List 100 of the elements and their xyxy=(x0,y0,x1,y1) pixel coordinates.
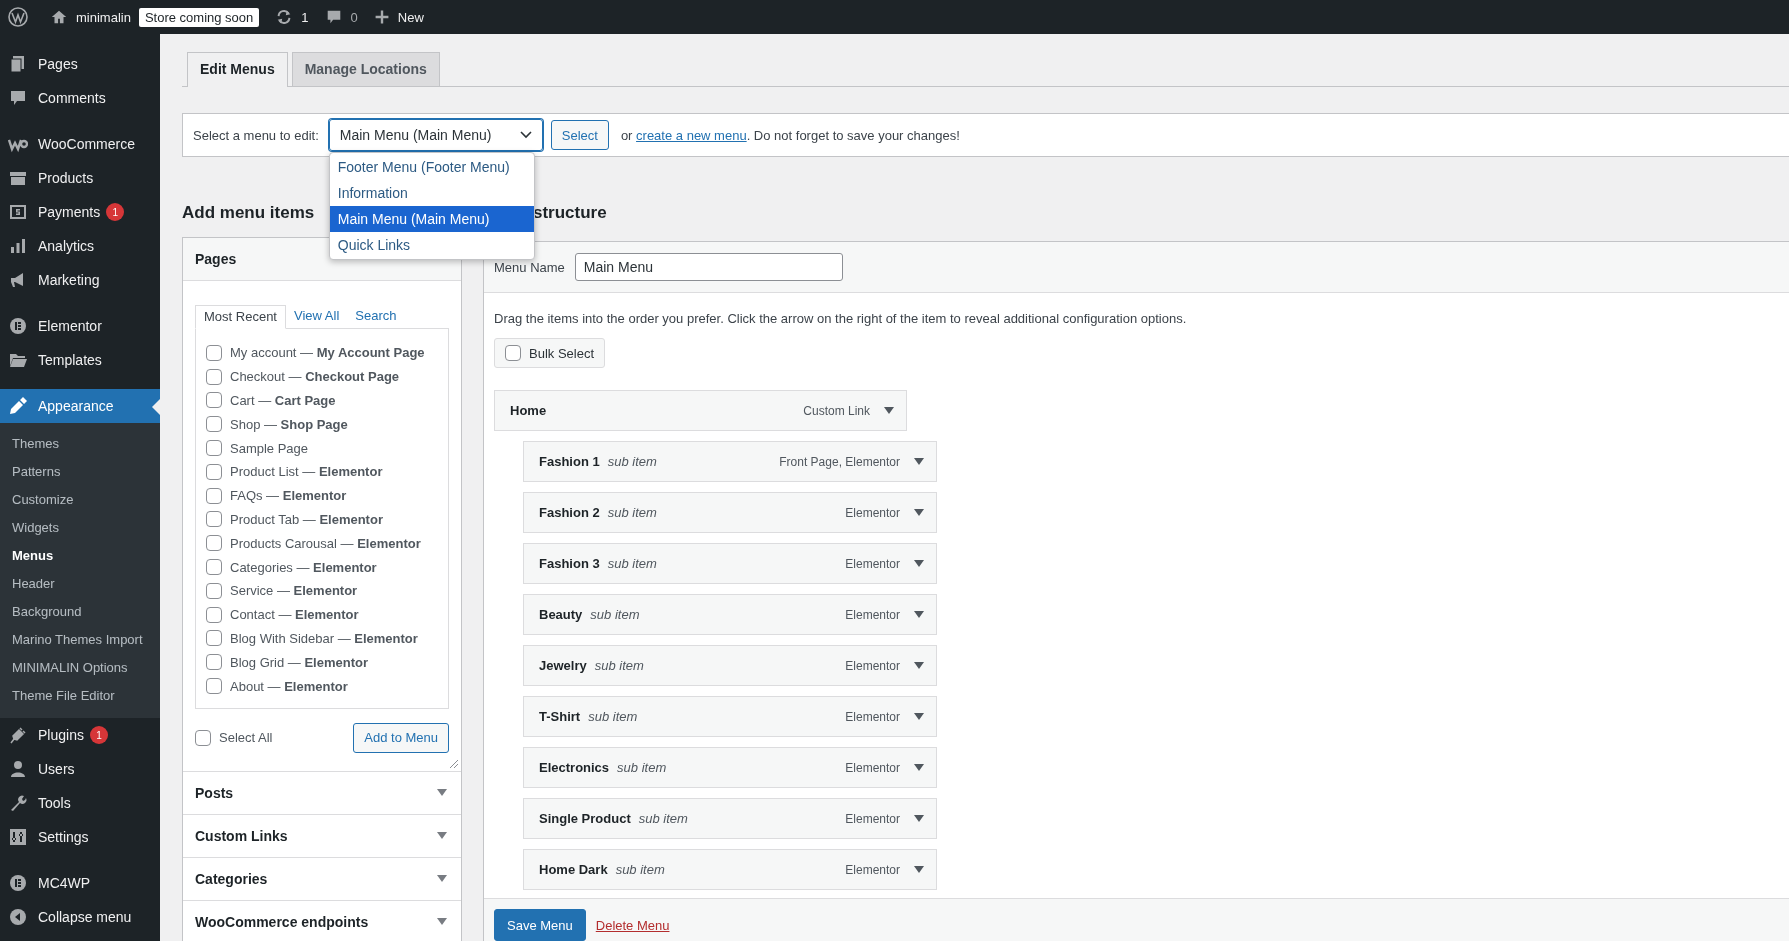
sidebar-item[interactable]: Settings xyxy=(0,820,160,854)
save-menu-button[interactable]: Save Menu xyxy=(494,909,586,941)
menu-item-bar[interactable]: Beauty sub item Elementor xyxy=(523,594,937,635)
menu-item-title: Home Dark xyxy=(539,862,608,877)
dropdown-option[interactable]: Information xyxy=(329,180,534,206)
submenu-item[interactable]: Customize xyxy=(0,486,160,514)
checkbox[interactable] xyxy=(206,511,222,528)
accordion-header[interactable]: Custom Links xyxy=(183,814,461,857)
checkbox[interactable] xyxy=(206,582,222,599)
triangle-down-icon[interactable] xyxy=(914,458,924,465)
sidebar-item[interactable]: Payments 1 xyxy=(0,195,160,229)
dropdown-option[interactable]: Footer Menu (Footer Menu) xyxy=(329,154,534,180)
checkbox[interactable] xyxy=(206,463,222,480)
checkbox[interactable] xyxy=(206,630,222,647)
menu-item-bar[interactable]: Fashion 3 sub item Elementor xyxy=(523,543,937,584)
checkbox[interactable] xyxy=(206,559,222,576)
item-type-label: Elementor xyxy=(845,556,900,571)
triangle-down-icon[interactable] xyxy=(884,407,894,414)
menu-item-bar[interactable]: Fashion 2 sub item Elementor xyxy=(523,492,937,533)
create-menu-link[interactable]: create a new menu xyxy=(636,127,747,143)
comments-count[interactable]: 0 xyxy=(350,9,358,25)
menu-item-bar[interactable]: Fashion 1 sub item Front Page, Elementor xyxy=(523,441,937,482)
menu-item-title: Fashion 1 xyxy=(539,454,600,469)
page-label: Categories — Elementor xyxy=(230,559,377,575)
submenu-item[interactable]: Marino Themes Import xyxy=(0,626,160,654)
submenu-item[interactable]: Background xyxy=(0,598,160,626)
add-to-menu-button[interactable]: Add to Menu xyxy=(353,722,449,753)
sidebar-item[interactable]: Analytics xyxy=(0,229,160,263)
menu-item-bar[interactable]: Home Custom Link xyxy=(494,390,907,431)
resize-handle-icon[interactable] xyxy=(449,758,459,769)
sidebar-item[interactable]: WooCommerce xyxy=(0,127,160,161)
triangle-down-icon[interactable] xyxy=(914,662,924,669)
select-button[interactable]: Select xyxy=(550,120,609,150)
dropdown-option[interactable]: Main Menu (Main Menu) xyxy=(329,206,534,232)
menu-item-bar[interactable]: Jewelry sub item Elementor xyxy=(523,645,937,686)
sidebar-item[interactable]: Comments xyxy=(0,81,160,115)
submenu-item[interactable]: Themes xyxy=(0,430,160,458)
bulk-select-button[interactable]: Bulk Select xyxy=(494,338,606,368)
submenu-item[interactable]: MINIMALIN Options xyxy=(0,654,160,682)
home-icon[interactable] xyxy=(50,8,68,26)
menu-item-bar[interactable]: Single Product sub item Elementor xyxy=(523,798,937,839)
triangle-down-icon[interactable] xyxy=(914,815,924,822)
triangle-down-icon[interactable] xyxy=(914,560,924,567)
store-status-badge[interactable]: Store coming soon xyxy=(138,7,260,27)
sidebar-item[interactable]: Plugins 1 xyxy=(0,718,160,752)
triangle-down-icon[interactable] xyxy=(914,713,924,720)
checkbox[interactable] xyxy=(206,416,222,433)
submenu-item[interactable]: Theme File Editor xyxy=(0,682,160,710)
sidebar-item[interactable]: Appearance xyxy=(0,389,160,423)
wordpress-logo-icon[interactable] xyxy=(8,7,28,27)
checkbox[interactable] xyxy=(206,440,222,457)
checkbox[interactable] xyxy=(206,368,222,385)
menu-dropdown[interactable]: Main Menu (Main Menu) xyxy=(328,119,543,151)
checkbox[interactable] xyxy=(206,606,222,623)
triangle-down-icon[interactable] xyxy=(914,764,924,771)
sidebar-item[interactable]: Marketing xyxy=(0,263,160,297)
tab[interactable]: Most Recent xyxy=(195,305,286,329)
checkbox[interactable] xyxy=(206,535,222,552)
triangle-down-icon xyxy=(437,832,447,840)
new-link[interactable]: New xyxy=(397,9,424,25)
submenu-item[interactable]: Header xyxy=(0,570,160,598)
sidebar-item[interactable]: MC4WP xyxy=(0,866,160,900)
submenu-item[interactable]: Patterns xyxy=(0,458,160,486)
sidebar-item[interactable]: Elementor xyxy=(0,309,160,343)
tab[interactable]: Edit Menus xyxy=(187,52,288,87)
accordion-header[interactable]: Categories xyxy=(183,857,461,900)
sidebar-item[interactable]: Templates xyxy=(0,343,160,377)
sidebar-item[interactable]: Products xyxy=(0,161,160,195)
checkbox[interactable] xyxy=(195,729,211,746)
checkbox[interactable] xyxy=(206,344,222,361)
triangle-down-icon[interactable] xyxy=(914,611,924,618)
page-label: Sample Page xyxy=(230,440,309,456)
tab[interactable]: View All xyxy=(286,305,348,328)
updates-count[interactable]: 1 xyxy=(301,9,309,25)
checkbox[interactable] xyxy=(206,487,222,504)
tab[interactable]: Manage Locations xyxy=(291,52,440,86)
submenu-item[interactable]: Widgets xyxy=(0,514,160,542)
menu-item-bar[interactable]: Electronics sub item Elementor xyxy=(523,747,937,788)
sidebar-item[interactable]: Pages xyxy=(0,47,160,81)
menu-name-field[interactable]: Main Menu xyxy=(574,253,843,281)
menu-item-bar[interactable]: T-Shirt sub item Elementor xyxy=(523,696,937,737)
menu-item-title: Beauty xyxy=(539,607,583,622)
menu-name-label: Menu Name xyxy=(494,259,565,275)
checkbox[interactable] xyxy=(505,345,521,361)
menu-item-bar[interactable]: Home Dark sub item Elementor xyxy=(523,849,937,890)
plus-icon[interactable] xyxy=(373,9,390,25)
checkbox[interactable] xyxy=(206,654,222,671)
sidebar-item[interactable]: Users xyxy=(0,752,160,786)
checkbox[interactable] xyxy=(206,678,222,695)
checkbox[interactable] xyxy=(206,392,222,409)
sidebar-item[interactable]: Tools xyxy=(0,786,160,820)
triangle-down-icon[interactable] xyxy=(914,866,924,873)
accordion-header[interactable]: WooCommerce endpoints xyxy=(183,900,461,941)
sidebar-item[interactable]: Collapse menu xyxy=(0,900,160,934)
submenu-item[interactable]: Menus xyxy=(0,542,160,570)
site-name-link[interactable]: minimalin xyxy=(76,9,131,25)
delete-menu-link[interactable]: Delete Menu xyxy=(595,917,670,933)
accordion-header[interactable]: Posts xyxy=(183,771,461,814)
tab[interactable]: Search xyxy=(347,305,405,328)
triangle-down-icon[interactable] xyxy=(914,509,924,516)
